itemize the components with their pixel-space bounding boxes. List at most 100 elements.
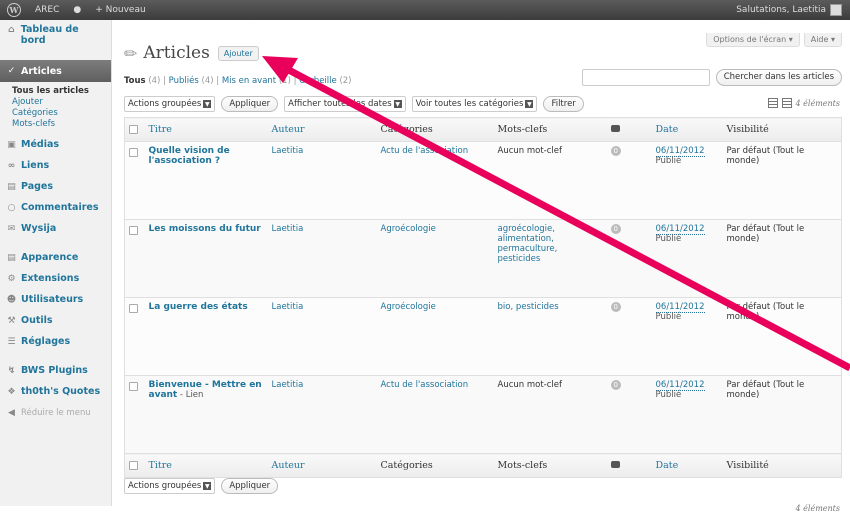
submenu-tags[interactable]: Mots-clefs [12,119,111,130]
site-name-link[interactable]: AREC [28,0,66,20]
post-author-link[interactable]: Laetitia [272,380,304,390]
row-checkbox[interactable] [129,304,138,313]
category-filter-select[interactable]: Voir toutes les catégories ▼ [411,96,538,112]
col-author-footer[interactable]: Auteur [267,453,377,478]
apply-button[interactable]: Appliquer [221,96,279,112]
post-title-link[interactable]: Quelle vision de l'association ? [149,146,230,166]
post-tags[interactable]: Aucun mot-clef [498,380,563,390]
post-tags[interactable]: agroécologie, alimentation, permaculture… [498,224,558,264]
filter-button[interactable]: Filtrer [543,96,584,112]
menu-appearance[interactable]: ▤ Apparence [0,247,111,268]
quotes-icon: ❖ [7,386,16,397]
submenu-add[interactable]: Ajouter [12,97,111,108]
col-title[interactable]: Titre [144,117,268,142]
row-author-cell: Laetitia [267,219,377,298]
new-label: Nouveau [105,5,146,15]
user-greeting[interactable]: Salutations, Laetitia [729,0,850,20]
table-row[interactable]: Quelle vision de l'association ? Laetitia… [124,141,842,220]
menu-collapse[interactable]: ◀ Réduire le menu [0,402,111,423]
table-actions-bottom: Actions groupées ▼ Appliquer [124,478,279,494]
menu-links[interactable]: ∞ Liens [0,155,111,176]
menu-settings[interactable]: ☰ Réglages [0,331,111,352]
new-content-link[interactable]: + Nouveau [88,0,152,20]
view-published[interactable]: Publiés [169,76,199,86]
table-row[interactable]: La guerre des états Laetitia Agroécologie b… [124,297,842,376]
menu-collapse-label: Réduire le menu [21,407,91,418]
menu-pages[interactable]: ▤ Pages [0,176,111,197]
post-category-link[interactable]: Actu de l'association [381,146,469,156]
select-all-checkbox[interactable] [129,124,138,134]
post-title-link[interactable]: Bienvenue - Mettre en avant [149,380,262,400]
menu-wysija[interactable]: ✉ Wysija [0,218,111,239]
comment-count-bubble[interactable]: 0 [610,380,621,390]
list-view-icon[interactable] [767,98,778,108]
menu-extensions[interactable]: ⚙ Extensions [0,268,111,289]
post-category-link[interactable]: Agroécologie [381,302,436,312]
view-featured[interactable]: Mis en avant [222,76,276,86]
menu-comments[interactable]: ○ Commentaires [0,197,111,218]
row-tags-cell: agroécologie, alimentation, permaculture… [493,219,607,298]
menu-articles[interactable]: ✓ Articles [0,60,111,82]
menu-tools[interactable]: ⚒ Outils [0,310,111,331]
view-trash-count: (2) [339,76,352,86]
comment-count-bubble[interactable]: 0 [610,224,621,234]
col-comments-footer[interactable] [606,453,652,478]
menu-quotes[interactable]: ❖ th0th's Quotes [0,381,111,402]
apply-button-bottom[interactable]: Appliquer [221,478,279,494]
row-category-cell: Actu de l'association [376,141,494,220]
post-author-link[interactable]: Laetitia [272,146,304,156]
excerpt-view-icon[interactable] [781,98,792,108]
date-filter-select[interactable]: Afficher toutes les dates ▼ [284,96,406,112]
row-title-cell: Bienvenue - Mettre en avant - Lien [144,375,268,454]
row-checkbox[interactable] [129,226,138,235]
comments-icon[interactable]: ● [66,0,88,20]
comment-count-bubble[interactable]: 0 [610,302,621,312]
menu-media[interactable]: ▣ Médias [0,134,111,155]
view-trash[interactable]: Corbeille [299,76,337,86]
menu-users[interactable]: ☻ Utilisateurs [0,289,111,310]
col-date[interactable]: Date [651,117,723,142]
post-title-link[interactable]: Les moissons du futur [149,224,261,234]
add-new-button[interactable]: Ajouter [217,45,259,61]
select-all-checkbox-footer[interactable] [129,460,138,470]
page-header: ✏ Articles Ajouter [124,43,259,63]
post-category-link[interactable]: Agroécologie [381,224,436,234]
search-button[interactable]: Chercher dans les articles [715,69,842,86]
view-all[interactable]: Tous [124,76,146,86]
wordpress-logo[interactable]: W [0,0,28,20]
row-checkbox[interactable] [129,382,138,391]
menu-bws-plugins[interactable]: ↯ BWS Plugins [0,360,111,381]
comment-count-bubble[interactable]: 0 [610,146,621,156]
row-checkbox[interactable] [129,148,138,157]
screen-options-button[interactable]: Options de l'écran ▾ [706,33,800,47]
help-button[interactable]: Aide ▾ [803,33,842,47]
search-input[interactable] [581,69,710,86]
post-category-link[interactable]: Actu de l'association [381,380,469,390]
row-author-cell: Laetitia [267,141,377,220]
bulk-actions-select-bottom[interactable]: Actions groupées ▼ [124,478,216,494]
col-author[interactable]: Auteur [267,117,377,142]
col-categories: Catégories [376,117,494,142]
menu-dashboard[interactable]: ⌂ Tableau de bord [0,20,111,54]
table-row[interactable]: Bienvenue - Mettre en avant - Lien Laetit… [124,375,842,454]
col-date-footer[interactable]: Date [651,453,723,478]
post-title-link[interactable]: La guerre des états [149,302,248,312]
menu-bws-label: BWS Plugins [21,365,88,376]
post-visibility: Par défaut (Tout le monde) [726,380,805,400]
dropdown-arrow-icon: ▼ [393,100,402,108]
menu-wysija-label: Wysija [21,223,57,234]
row-comments-cell: 0 [606,141,652,220]
table-row[interactable]: Les moissons du futur Laetitia Agroécologi… [124,219,842,298]
submenu-categories[interactable]: Catégories [12,108,111,119]
post-tags[interactable]: bio, pesticides [498,302,559,312]
row-visibility-cell: Par défaut (Tout le monde) [722,219,842,298]
post-author-link[interactable]: Laetitia [272,302,304,312]
plugin-icon: ⚙ [7,273,16,284]
bulk-actions-select[interactable]: Actions groupées ▼ [124,96,216,112]
col-title-footer[interactable]: Titre [144,453,268,478]
post-tags[interactable]: Aucun mot-clef [498,146,563,156]
post-author-link[interactable]: Laetitia [272,224,304,234]
submenu-all-articles[interactable]: Tous les articles [12,86,111,97]
row-date-cell: 06/11/2012 Publié [651,141,723,220]
col-comments[interactable] [606,117,652,142]
